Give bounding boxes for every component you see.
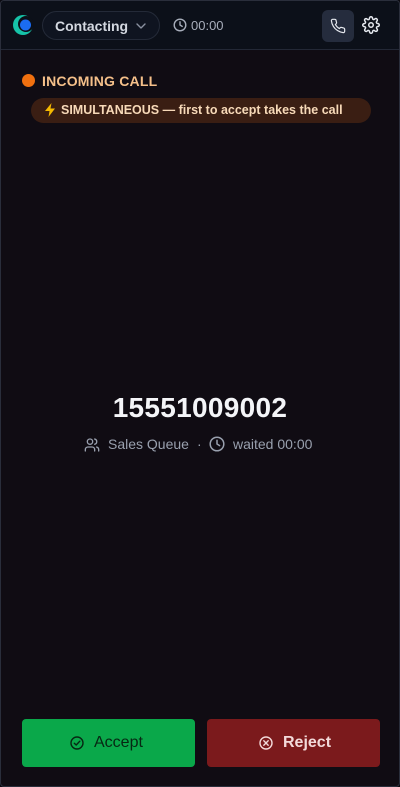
status-timer-value: 00:00 [191, 18, 224, 33]
users-icon [84, 438, 100, 452]
top-bar: Contacting 00:00 [1, 1, 399, 50]
accept-label: Accept [94, 734, 143, 751]
agent-status-select[interactable]: Contacting [42, 11, 160, 40]
x-circle-icon [259, 736, 273, 750]
caller-number: 15551009002 [112, 392, 288, 423]
meta-separator: · [197, 436, 202, 452]
check-circle-icon [70, 736, 84, 750]
clock-icon [209, 436, 225, 452]
ring-mode-text: SIMULTANEOUS — first to accept takes the… [61, 103, 343, 117]
softphone-panel: Contacting 00:00 INCOMING CALL SIMULTANE… [0, 0, 400, 787]
lightning-bolt-icon [45, 103, 55, 117]
wait-time: waited 00:00 [233, 436, 313, 452]
agent-status-value: Contacting [55, 18, 129, 34]
gear-icon[interactable] [362, 16, 380, 34]
reject-button[interactable]: Reject [207, 719, 380, 767]
logo-icon [13, 15, 34, 35]
clock-icon [173, 18, 187, 32]
phone-icon [330, 18, 346, 34]
reject-label: Reject [283, 734, 332, 751]
ring-mode-badge: SIMULTANEOUS — first to accept takes the… [31, 98, 371, 123]
queue-name: Sales Queue [108, 436, 189, 452]
accept-button[interactable]: Accept [22, 719, 195, 767]
incoming-call-label: INCOMING CALL [42, 73, 158, 89]
phone-button[interactable] [322, 10, 354, 42]
chevron-down-icon [136, 23, 146, 29]
incoming-indicator-dot [22, 74, 35, 87]
